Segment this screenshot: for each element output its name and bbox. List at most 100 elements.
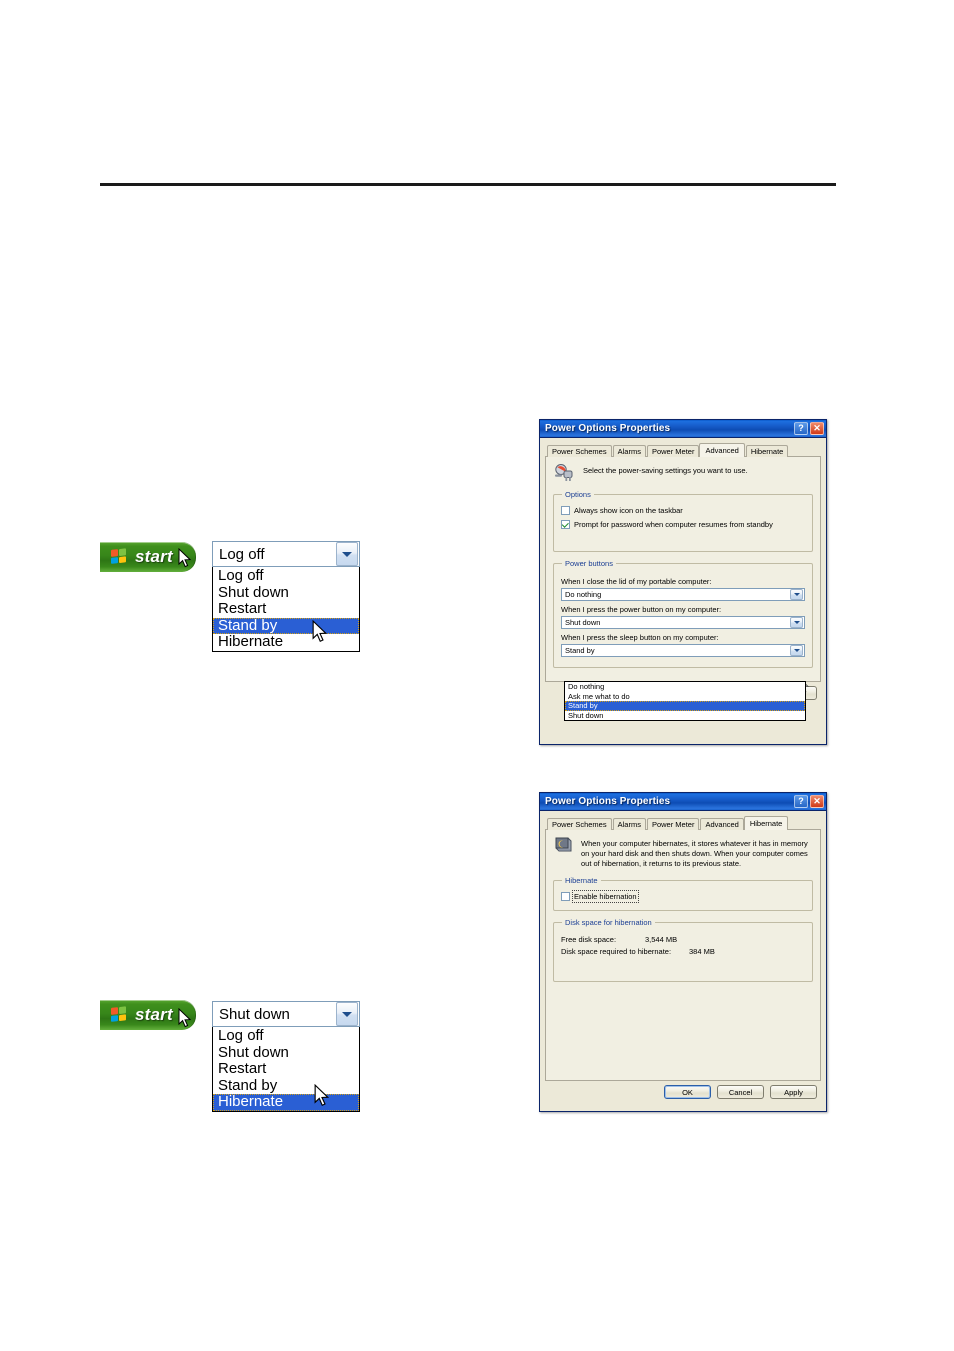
dialog-titlebar[interactable]: Power Options Properties ? ✕ [540, 420, 826, 438]
list-item[interactable]: Shut down [213, 584, 359, 602]
help-icon[interactable]: ? [794, 795, 808, 808]
chevron-down-icon[interactable] [790, 617, 803, 628]
tab-advanced[interactable]: Advanced [699, 443, 745, 457]
tab-power-schemes[interactable]: Power Schemes [547, 445, 612, 457]
checkbox-taskbar-label: Always show icon on the taskbar [574, 506, 683, 515]
hibernate-description-row: When your computer hibernates, it stores… [553, 836, 813, 869]
list-item-selected[interactable]: Hibernate [213, 1093, 359, 1111]
power-options-dialog-hibernate[interactable]: Power Options Properties ? ✕ Power Schem… [539, 792, 827, 1112]
tab-power-meter[interactable]: Power Meter [646, 818, 700, 830]
shutdown-combo-field-hibernate[interactable]: Shut down [212, 1001, 360, 1027]
advanced-description-row: Select the power-saving settings you wan… [553, 463, 813, 483]
start-button-standby[interactable]: start [100, 542, 196, 572]
dropdown-item[interactable]: Shut down [565, 711, 805, 721]
dialog-title: Power Options Properties [545, 796, 671, 807]
required-disk-space-label: Disk space required to hibernate: [561, 947, 672, 956]
shutdown-combo-field-standby[interactable]: Log off [212, 541, 360, 567]
tab-advanced[interactable]: Advanced [700, 818, 744, 830]
shutdown-combo-value-standby: Log off [219, 545, 265, 563]
free-disk-space-row: Free disk space: 3,544 MB [561, 935, 805, 944]
sleep-button-action-value: Stand by [565, 646, 595, 655]
windows-logo-icon [111, 548, 128, 566]
ok-button[interactable]: OK [664, 1085, 711, 1099]
tab-hibernate[interactable]: Hibernate [745, 445, 789, 457]
power-plug-icon [553, 463, 575, 483]
hibernate-group: Hibernate Enable hibernation [553, 876, 813, 911]
sleep-button-action-combo[interactable]: Stand by [561, 644, 805, 657]
checkbox-password-icon[interactable] [561, 520, 570, 529]
checkbox-enable-hibernation-label: Enable hibernation [572, 890, 639, 903]
hibernate-group-legend: Hibernate [565, 876, 598, 885]
lid-action-value: Do nothing [565, 590, 602, 599]
dialog-titlebar[interactable]: Power Options Properties ? ✕ [540, 793, 826, 811]
tab-panel-hibernate: When your computer hibernates, it stores… [545, 829, 821, 1081]
chevron-down-icon[interactable] [790, 589, 803, 600]
disk-space-group: Disk space for hibernation Free disk spa… [553, 918, 813, 982]
tab-alarms[interactable]: Alarms [612, 445, 646, 457]
help-icon[interactable]: ? [794, 422, 808, 435]
dialog-tabstrip[interactable]: Power Schemes Alarms Power Meter Advance… [545, 443, 821, 457]
close-icon[interactable]: ✕ [810, 422, 824, 435]
power-buttons-group: Power buttons When I close the lid of my… [553, 559, 813, 668]
apply-button[interactable]: Apply [770, 1085, 817, 1099]
power-options-dialog-advanced[interactable]: Power Options Properties ? ✕ Power Schem… [539, 419, 827, 745]
checkbox-row-password[interactable]: Prompt for password when computer resume… [561, 520, 805, 529]
list-item[interactable]: Shut down [213, 1044, 359, 1062]
hibernate-description: When your computer hibernates, it stores… [581, 839, 808, 868]
start-button-hibernate[interactable]: start [100, 1000, 196, 1030]
lid-action-combo[interactable]: Do nothing [561, 588, 805, 601]
list-item[interactable]: Restart [213, 600, 359, 618]
chevron-down-icon[interactable] [336, 1002, 358, 1026]
list-item[interactable]: Restart [213, 1060, 359, 1078]
sleep-button-field-label: When I press the sleep button on my comp… [561, 633, 719, 642]
sleep-button-dropdown-list[interactable]: Do nothing Ask me what to do Stand by Sh… [564, 681, 806, 721]
free-disk-space-value: 3,544 MB [645, 935, 678, 944]
list-item-selected[interactable]: Stand by [213, 617, 359, 634]
cancel-button[interactable]: Cancel [717, 1085, 764, 1099]
start-button-label: start [135, 1005, 173, 1024]
tab-panel-advanced: Select the power-saving settings you wan… [545, 456, 821, 682]
shutdown-combo-value-hibernate: Shut down [219, 1005, 290, 1023]
dropdown-item-selected[interactable]: Stand by [565, 701, 805, 711]
dialog-tabstrip[interactable]: Power Schemes Alarms Power Meter Advance… [545, 816, 821, 830]
dropdown-item[interactable]: Do nothing [565, 682, 805, 692]
tab-hibernate[interactable]: Hibernate [743, 816, 789, 830]
lid-field-label: When I close the lid of my portable comp… [561, 577, 712, 586]
tab-alarms[interactable]: Alarms [612, 818, 646, 830]
options-group-legend: Options [565, 490, 591, 499]
list-item[interactable]: Stand by [213, 1077, 359, 1095]
list-item[interactable]: Log off [213, 567, 359, 585]
page-header-rule [100, 183, 836, 186]
list-item[interactable]: Hibernate [213, 633, 359, 651]
required-disk-space-row: Disk space required to hibernate: 384 MB [561, 947, 805, 956]
free-disk-space-label: Free disk space: [561, 935, 617, 944]
advanced-description: Select the power-saving settings you wan… [583, 466, 748, 475]
checkbox-password-label: Prompt for password when computer resume… [574, 520, 773, 529]
checkbox-row-enable-hibernation[interactable]: Enable hibernation [561, 890, 805, 903]
dialog-title: Power Options Properties [545, 423, 671, 434]
tab-power-meter[interactable]: Power Meter [646, 445, 700, 457]
hibernate-computer-icon [553, 836, 573, 855]
close-icon[interactable]: ✕ [810, 795, 824, 808]
power-button-action-combo[interactable]: Shut down [561, 616, 805, 629]
tab-power-schemes[interactable]: Power Schemes [547, 818, 612, 830]
shutdown-combo-list-hibernate[interactable]: Log off Shut down Restart Stand by Hiber… [212, 1027, 360, 1112]
disk-space-group-legend: Disk space for hibernation [565, 918, 652, 927]
dialog-button-row-hibernate: OK Cancel Apply [545, 1081, 821, 1099]
checkbox-row-taskbar[interactable]: Always show icon on the taskbar [561, 506, 805, 515]
chevron-down-icon[interactable] [790, 645, 803, 656]
required-disk-space-value: 384 MB [689, 947, 715, 956]
power-button-field-label: When I press the power button on my comp… [561, 605, 722, 614]
shutdown-combo-list-standby[interactable]: Log off Shut down Restart Stand by Hiber… [212, 567, 360, 652]
checkbox-taskbar-icon[interactable] [561, 506, 570, 515]
windows-logo-icon [111, 1006, 128, 1024]
chevron-down-icon[interactable] [336, 542, 358, 566]
shutdown-combo-standby[interactable]: Log off Log off Shut down Restart Stand … [212, 541, 360, 652]
options-group: Options Always show icon on the taskbar … [553, 490, 813, 552]
checkbox-enable-hibernation-icon[interactable] [561, 892, 570, 901]
list-item[interactable]: Log off [213, 1027, 359, 1045]
dropdown-item[interactable]: Ask me what to do [565, 692, 805, 702]
shutdown-combo-hibernate[interactable]: Shut down Log off Shut down Restart Stan… [212, 1001, 360, 1112]
power-button-action-value: Shut down [565, 618, 601, 627]
power-buttons-group-legend: Power buttons [565, 559, 613, 568]
